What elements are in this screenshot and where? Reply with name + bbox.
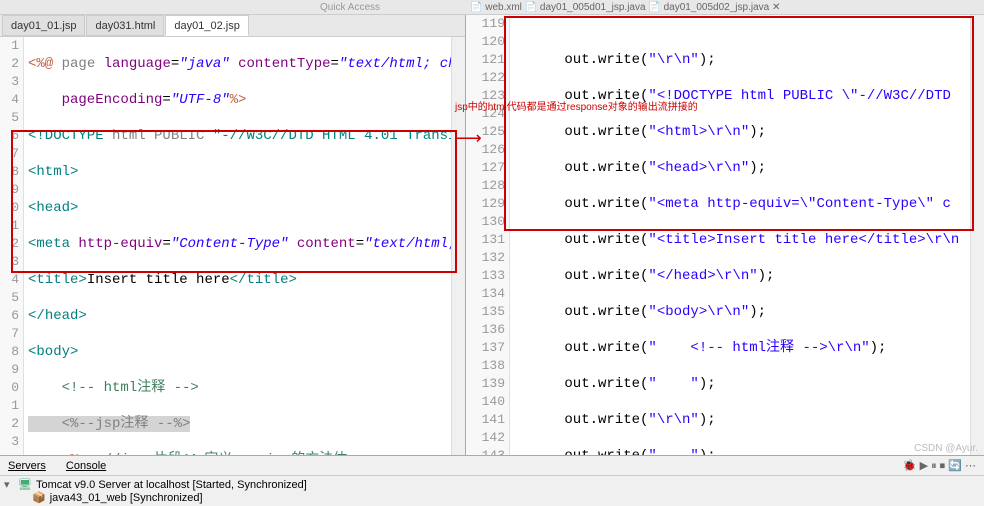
tab-day01-01[interactable]: day01_01.jsp	[2, 15, 85, 36]
server-toolbar-icons[interactable]: 🐞 ▶ ⏸ ⏹ 🔄 ⋯	[903, 459, 976, 473]
title-bar: Quick Access 📄 web.xml 📄 day01_005d01_js…	[0, 0, 984, 15]
bottom-panel: Servers Console 🐞 ▶ ⏸ ⏹ 🔄 ⋯ ▾🖥Tomcat v9.…	[0, 455, 984, 500]
main-area: day01_01.jsp day031.html day01_02.jsp 12…	[0, 15, 984, 455]
server-project[interactable]: 📦java43_01_web [Synchronized]	[4, 491, 980, 504]
right-code[interactable]: out.write("\r\n"); out.write("<!DOCTYPE …	[510, 15, 970, 455]
tab-console[interactable]: Console	[60, 458, 112, 474]
right-editor[interactable]: 1191201211221231241251261271281291301311…	[466, 15, 984, 455]
watermark: CSDN @Ayur.	[914, 443, 978, 454]
right-editor-pane: 1191201211221231241251261271281291301311…	[466, 15, 984, 455]
left-editor[interactable]: 12345678901234567890123 <%@ page languag…	[0, 37, 465, 455]
right-gutter: 1191201211221231241251261271281291301311…	[466, 15, 510, 455]
server-tomcat[interactable]: ▾🖥Tomcat v9.0 Server at localhost [Start…	[4, 478, 980, 491]
left-code[interactable]: <%@ page language="java" contentType="te…	[24, 37, 451, 455]
tab-servers[interactable]: Servers	[2, 458, 52, 474]
right-scrollbar[interactable]	[970, 15, 984, 455]
bottom-tabs: Servers Console 🐞 ▶ ⏸ ⏹ 🔄 ⋯	[0, 456, 984, 476]
left-scrollbar[interactable]	[451, 37, 465, 455]
servers-tree: ▾🖥Tomcat v9.0 Server at localhost [Start…	[0, 476, 984, 506]
tab-day031[interactable]: day031.html	[86, 15, 164, 36]
expand-icon[interactable]: ▾	[4, 478, 14, 491]
server-icon: 🖥	[18, 478, 32, 491]
right-top-tabs[interactable]: 📄 web.xml 📄 day01_005d01_jsp.java 📄 day0…	[466, 0, 984, 14]
left-editor-pane: day01_01.jsp day031.html day01_02.jsp 12…	[0, 15, 466, 455]
project-icon: 📦	[32, 491, 46, 504]
left-gutter: 12345678901234567890123	[0, 37, 24, 455]
editor-tabs: day01_01.jsp day031.html day01_02.jsp	[0, 15, 465, 37]
tab-day01-02[interactable]: day01_02.jsp	[165, 15, 248, 36]
quick-access[interactable]: Quick Access	[320, 2, 380, 13]
